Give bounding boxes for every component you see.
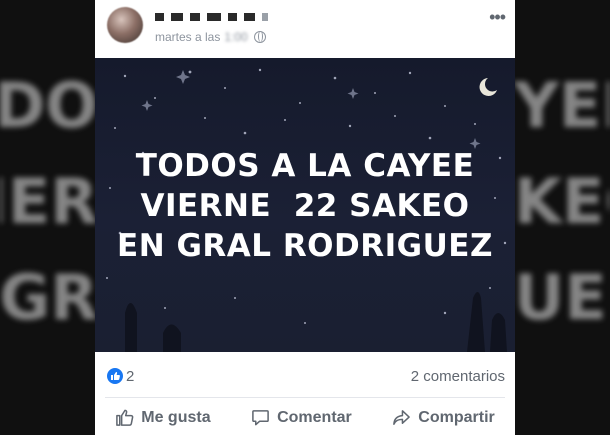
background-blur-right: YEE KEO UE (510, 0, 610, 435)
avatar[interactable] (107, 7, 143, 43)
comment-label: Comentar (277, 408, 352, 426)
post-header: martes a las 1:00 ••• (95, 0, 515, 58)
thumbs-up-icon (116, 409, 134, 426)
divider (105, 397, 505, 398)
more-icon[interactable]: ••• (489, 8, 506, 26)
image-caption-line: TODOS A LA CAYEE (135, 148, 475, 184)
post-actions: Me gusta Comentar Compartir (95, 400, 515, 435)
author-name-redacted[interactable] (155, 13, 268, 21)
like-button[interactable]: Me gusta (115, 408, 211, 427)
reaction-count[interactable]: 2 (126, 368, 134, 385)
background-blur-text: ODO (0, 69, 98, 142)
globe-icon (253, 31, 266, 43)
background-blur-text: IER (0, 165, 98, 238)
post-stats: 2 2 comentarios (95, 352, 515, 398)
foreground-trees (125, 292, 507, 352)
background-blur-text: UE (514, 261, 607, 334)
facebook-post: martes a las 1:00 ••• TODOS A LA CAYEE V… (95, 0, 515, 435)
share-label: Compartir (418, 408, 495, 426)
moon-icon (479, 78, 497, 96)
like-label: Me gusta (141, 408, 211, 426)
share-icon (393, 410, 411, 425)
image-caption-line: EN GRAL RODRIGUEZ (117, 228, 493, 264)
background-blur-text: YEE (514, 69, 610, 142)
comment-count[interactable]: 2 comentarios (411, 368, 505, 385)
post-time-obscured: 1:00 (224, 30, 248, 44)
comment-button[interactable]: Comentar (251, 408, 352, 427)
background-blur-text: KEO (514, 165, 610, 238)
image-caption-line: VIERNE 22 SAKEO (140, 188, 470, 224)
background-blur-text: GR (0, 261, 98, 334)
post-image: TODOS A LA CAYEE VIERNE 22 SAKEO EN GRAL… (95, 58, 515, 352)
like-icon[interactable] (107, 368, 123, 384)
image-caption: TODOS A LA CAYEE VIERNE 22 SAKEO EN GRAL… (95, 146, 515, 266)
post-meta: martes a las 1:00 (155, 30, 266, 44)
post-timestamp[interactable]: martes a las (155, 30, 220, 44)
background-blur-left: ODO IER GR (0, 0, 100, 435)
share-button[interactable]: Compartir (392, 408, 495, 427)
comment-icon (252, 410, 269, 426)
